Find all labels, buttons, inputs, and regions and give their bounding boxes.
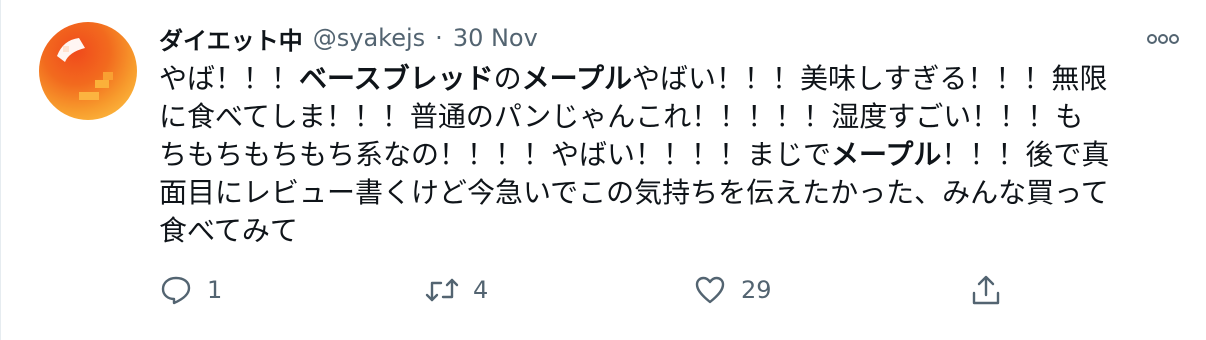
display-name[interactable]: ダイエット中 xyxy=(159,21,303,56)
retweet-count: 4 xyxy=(473,276,489,304)
tweet-text-segment: ちもちもちもち系なの！！！！やばい！！！！まじで xyxy=(159,138,832,171)
tweet-text-bold: ベースブレッド xyxy=(299,62,494,95)
share-button[interactable] xyxy=(969,270,1003,310)
share-upload-icon xyxy=(969,273,1003,307)
tweet-text-bold: メープル xyxy=(521,62,632,95)
tweet-text-line: ちもちもちもち系なの！！！！やばい！！！！まじでメープル！！！後で真 xyxy=(159,136,1189,174)
more-horizontal-icon xyxy=(1147,34,1179,44)
user-handle[interactable]: @syakejs xyxy=(313,24,425,52)
reply-button[interactable]: 1 xyxy=(159,270,222,310)
tweet-text-line: 面目にレビュー書くけど今急いでこの気持ちを伝えたかった、みんな買って xyxy=(159,174,1189,212)
tweet-text-bold: メープル xyxy=(831,138,942,171)
tweet-text-line: 食べてみて xyxy=(159,212,1189,250)
tweet-text-segment: やばい！！！美味しすぎる！！！無限 xyxy=(631,62,1108,95)
more-options-button[interactable] xyxy=(1143,24,1183,54)
tweet-text-segment: 食べてみて xyxy=(159,214,298,247)
retweet-button[interactable]: 4 xyxy=(425,270,488,310)
tweet-text-line: やば！！！ベースブレッドのメープルやばい！！！美味しすぎる！！！無限 xyxy=(159,60,1189,98)
tweet-text-segment: の xyxy=(493,62,522,95)
avatar[interactable] xyxy=(39,22,137,120)
reply-count: 1 xyxy=(207,276,223,304)
action-bar: 1 4 29 xyxy=(159,270,1199,310)
tweet-text-segment: ！！！後で真 xyxy=(941,138,1110,171)
like-count: 29 xyxy=(741,276,772,304)
tweet-text: やば！！！ベースブレッドのメープルやばい！！！美味しすぎる！！！無限 に食べてしま… xyxy=(159,60,1189,250)
reply-bubble-icon xyxy=(159,273,193,307)
heart-icon xyxy=(693,273,727,307)
tweet-text-segment: に食べてしま！！！普通のパンじゃんこれ！！！！！湿度すごい！！！も xyxy=(159,100,1084,133)
tweet-text-segment: 面目にレビュー書くけど今急いでこの気持ちを伝えたかった、みんな買って xyxy=(159,176,1109,209)
tweet-text-line: に食べてしま！！！普通のパンじゃんこれ！！！！！湿度すごい！！！も xyxy=(159,98,1189,136)
tweet-header: ダイエット中 @syakejs · 30 Nov xyxy=(159,20,538,56)
tweet-card[interactable]: ダイエット中 @syakejs · 30 Nov やば！！！ベースブレッドのメー… xyxy=(0,0,1206,340)
tweet-text-segment: やば！！！ xyxy=(159,62,300,95)
retweet-icon xyxy=(425,273,459,307)
tweet-date[interactable]: 30 Nov xyxy=(453,24,538,52)
meta-separator: · xyxy=(435,24,443,52)
like-button[interactable]: 29 xyxy=(693,270,772,310)
